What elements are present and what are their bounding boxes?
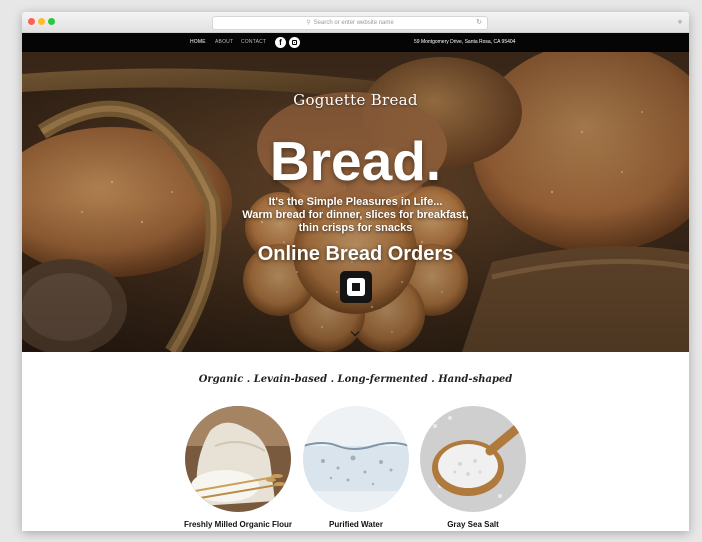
instagram-icon[interactable] bbox=[289, 37, 300, 48]
hero-banner: Goguette Bread Bread. It's the Simple Pl… bbox=[22, 52, 689, 352]
nav-link-home[interactable]: HOME bbox=[190, 33, 206, 52]
online-orders-heading: Online Bread Orders bbox=[257, 243, 454, 265]
minimize-window-button[interactable] bbox=[38, 18, 45, 25]
features-tagline: Organic . Levain-based . Long-fermented … bbox=[198, 374, 513, 385]
water-image bbox=[303, 406, 409, 512]
search-icon: ⚲ bbox=[306, 20, 311, 26]
store-address: 59 Montgomery Drive, Santa Rosa, CA 9540… bbox=[414, 39, 516, 45]
reload-icon[interactable]: ↻ bbox=[476, 17, 482, 29]
browser-titlebar: ⚲ Search or enter website name ↻ + bbox=[22, 12, 689, 33]
nav-link-about[interactable]: ABOUT bbox=[215, 33, 233, 52]
feature-caption-salt: Gray Sea Salt bbox=[447, 520, 499, 529]
square-logo-icon bbox=[347, 278, 365, 296]
hero-tagline-line-3: thin crisps for snacks bbox=[298, 222, 413, 234]
chevron-down-icon[interactable] bbox=[349, 328, 361, 340]
site-top-nav: HOME ABOUT CONTACT f 59 Montgomery Drive… bbox=[22, 33, 689, 52]
hero-tagline-line-2: Warm bread for dinner, slices for breakf… bbox=[242, 209, 469, 221]
square-order-button[interactable] bbox=[340, 271, 372, 303]
brand-logo[interactable]: Goguette Bread bbox=[22, 91, 689, 109]
new-tab-button[interactable]: + bbox=[675, 17, 685, 27]
address-bar[interactable]: ⚲ Search or enter website name ↻ bbox=[212, 16, 488, 30]
flour-image bbox=[185, 406, 291, 512]
browser-window: ⚲ Search or enter website name ↻ + HOME A… bbox=[22, 12, 689, 531]
zoom-window-button[interactable] bbox=[48, 18, 55, 25]
nav-link-contact[interactable]: CONTACT bbox=[241, 33, 266, 52]
address-bar-placeholder: Search or enter website name bbox=[313, 20, 394, 26]
sea-salt-image bbox=[420, 406, 526, 512]
hero-tagline-line-1: It's the Simple Pleasures in Life... bbox=[268, 196, 443, 208]
hero-headline: Bread. bbox=[269, 130, 442, 192]
close-window-button[interactable] bbox=[28, 18, 35, 25]
facebook-icon[interactable]: f bbox=[275, 37, 286, 48]
